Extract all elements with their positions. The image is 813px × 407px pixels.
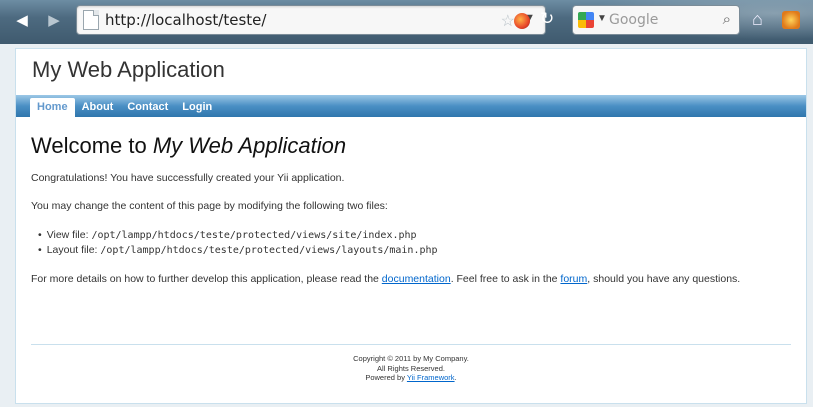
search-input[interactable]: Google: [609, 12, 658, 28]
extension-icon[interactable]: [782, 11, 800, 29]
reload-icon[interactable]: ↻: [540, 9, 554, 29]
list-item: View file: /opt/lampp/htdocs/teste/prote…: [38, 228, 791, 243]
url-bar[interactable]: http://localhost/teste/ ☆ ▼: [76, 5, 546, 35]
footer: Copyright © 2011 by My Company. All Righ…: [31, 344, 791, 383]
file-label: Layout file:: [46, 244, 101, 256]
details-part: , should you have any questions.: [587, 273, 741, 285]
file-list: View file: /opt/lampp/htdocs/teste/prote…: [38, 228, 791, 258]
back-arrow-icon[interactable]: ◀: [12, 11, 32, 31]
main-content: Welcome to My Web Application Congratula…: [31, 133, 791, 301]
app-page: My Web Application Home About Contact Lo…: [15, 48, 807, 404]
details-part: For more details on how to further devel…: [31, 273, 382, 285]
powered-by: Powered by Yii Framework.: [31, 373, 791, 383]
file-path: /opt/lampp/htdocs/teste/protected/views/…: [100, 245, 438, 256]
page-viewport: My Web Application Home About Contact Lo…: [0, 44, 813, 407]
powered-prefix: Powered by: [365, 373, 407, 382]
file-path: /opt/lampp/htdocs/teste/protected/views/…: [91, 230, 417, 241]
home-icon[interactable]: ⌂: [752, 9, 763, 30]
google-icon[interactable]: [578, 12, 594, 28]
file-label: View file:: [46, 229, 92, 241]
copyright-text: Copyright © 2011 by My Company.: [353, 354, 469, 363]
details-text: For more details on how to further devel…: [31, 273, 791, 285]
list-item: Layout file: /opt/lampp/htdocs/teste/pro…: [38, 243, 791, 258]
details-part: . Feel free to ask in the: [450, 273, 561, 285]
app-header: My Web Application: [16, 49, 806, 94]
app-title: My Web Application: [32, 57, 225, 82]
chevron-down-icon[interactable]: ▼: [597, 13, 607, 24]
menu-item-contact[interactable]: Contact: [120, 97, 175, 117]
forum-link[interactable]: forum: [560, 273, 587, 285]
menu-item-about[interactable]: About: [75, 97, 121, 117]
heading-app-name: My Web Application: [152, 133, 347, 158]
heading-prefix: Welcome to: [31, 133, 153, 158]
page-heading: Welcome to My Web Application: [31, 133, 791, 159]
documentation-link[interactable]: documentation: [382, 273, 451, 285]
url-text[interactable]: http://localhost/teste/: [105, 11, 266, 29]
main-menu: Home About Contact Login: [16, 95, 806, 117]
addon-icon[interactable]: [514, 13, 530, 29]
browser-toolbar: ◀ ▶ http://localhost/teste/ ☆ ▼ ↻ ▼ Goog…: [0, 0, 813, 44]
yii-framework-link[interactable]: Yii Framework: [407, 373, 455, 382]
forward-arrow-icon[interactable]: ▶: [44, 11, 64, 31]
rights-text: All Rights Reserved.: [377, 363, 445, 373]
change-intro-text: You may change the content of this page …: [31, 200, 388, 212]
powered-suffix: .: [454, 373, 457, 382]
star-icon[interactable]: ☆: [501, 11, 515, 31]
congrats-text: Congratulations! You have successfully c…: [31, 172, 345, 184]
page-icon: [83, 10, 99, 30]
search-bar[interactable]: ▼ Google ⌕: [572, 5, 740, 35]
menu-item-login[interactable]: Login: [175, 97, 219, 117]
magnifier-icon[interactable]: ⌕: [723, 11, 731, 28]
menu-item-home[interactable]: Home: [30, 98, 75, 117]
